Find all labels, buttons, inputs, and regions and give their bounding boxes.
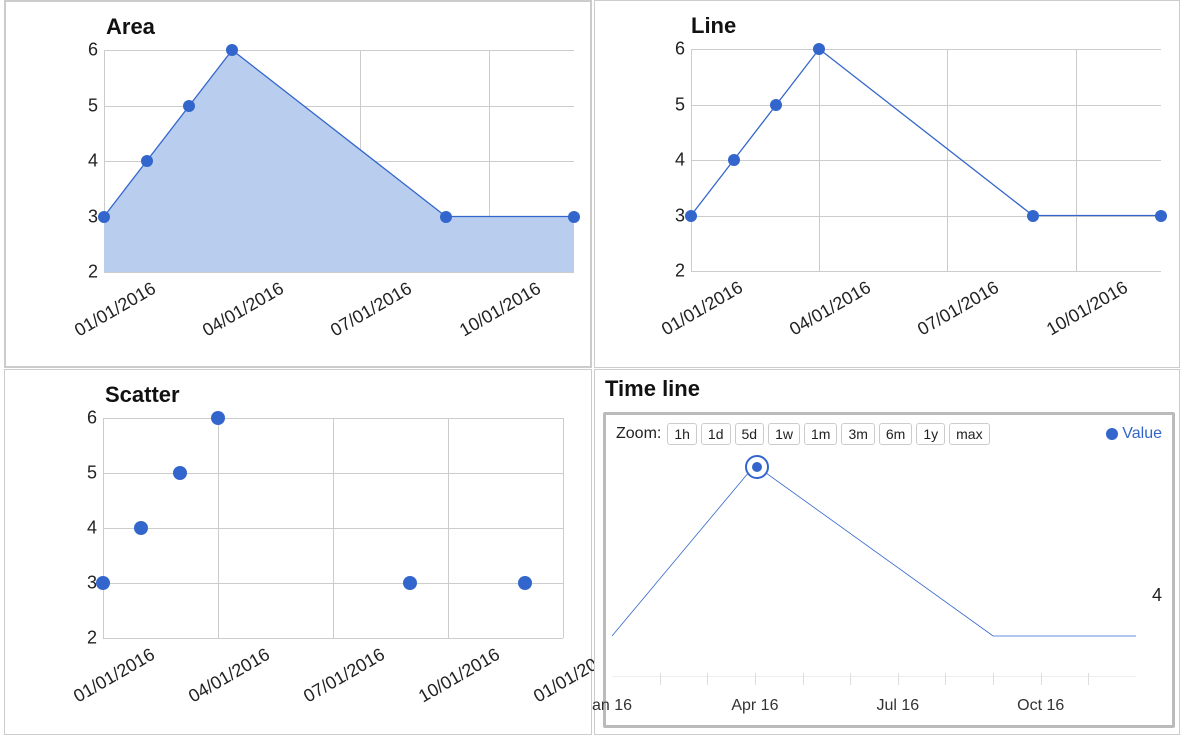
panel-line: Line 6 5 4 3 2 01/01/2016 04/01/2016 07/…: [594, 0, 1180, 368]
timeline-zoom-row: Zoom: 1h 1d 5d 1w 1m 3m 6m 1y max Value: [616, 423, 1162, 445]
minor-tick: [1088, 673, 1089, 685]
data-point: [96, 576, 110, 590]
y-tick: 5: [88, 95, 98, 116]
zoom-button-6m[interactable]: 6m: [879, 423, 912, 445]
data-point: [183, 100, 195, 112]
chart-title-line: Line: [691, 13, 736, 39]
minor-tick: [755, 673, 756, 685]
y-tick: 2: [88, 262, 98, 283]
x-tick: Apr 16: [731, 697, 778, 715]
panel-area: Area 6 5 4 3 2 01/01/2016 04/01/2016 07/…: [4, 0, 592, 368]
timeline-legend: Value: [1106, 425, 1162, 443]
data-point: [728, 154, 740, 166]
minor-tick: [707, 673, 708, 685]
y-tick: 3: [675, 205, 685, 226]
data-point: [1027, 210, 1039, 222]
charts-canvas: Area 6 5 4 3 2 01/01/2016 04/01/2016 07/…: [0, 0, 1182, 736]
data-point: [518, 576, 532, 590]
panel-scatter: Scatter 6 5 4 3 2 01/01/2016 04/01/2016 …: [4, 369, 592, 735]
x-tick: 07/01/2016: [300, 644, 389, 707]
gridline: [333, 418, 334, 638]
zoom-button-max[interactable]: max: [949, 423, 989, 445]
timeline-legend-text: Value: [1122, 425, 1162, 443]
plot-area-area: 6 5 4 3 2 01/01/2016 04/01/2016 07/01/20…: [104, 50, 574, 272]
timeline-plot[interactable]: an 16 Apr 16 Jul 16 Oct 16: [612, 465, 1136, 693]
dot-icon: [752, 462, 762, 472]
panel-timeline: Time line Zoom: 1h 1d 5d 1w 1m 3m 6m 1y …: [594, 369, 1180, 735]
x-tick: 01/01/2016: [658, 277, 747, 340]
minor-tick: [660, 673, 661, 685]
minor-tick: [898, 673, 899, 685]
line-svg: [691, 49, 1161, 271]
minor-tick: [993, 673, 994, 685]
x-tick: 04/01/2016: [786, 277, 875, 340]
y-tick: 6: [87, 408, 97, 429]
y-tick: 2: [675, 261, 685, 282]
gridline: [103, 418, 104, 638]
data-point: [1155, 210, 1167, 222]
zoom-button-3m[interactable]: 3m: [841, 423, 874, 445]
timeline-y-tick: 4: [1152, 585, 1162, 606]
zoom-button-5d[interactable]: 5d: [735, 423, 765, 445]
data-point: [685, 210, 697, 222]
gridline: [103, 638, 563, 639]
x-tick: 10/01/2016: [1043, 277, 1132, 340]
x-tick: 07/01/2016: [327, 278, 416, 341]
data-point: [98, 211, 110, 223]
gridline: [218, 418, 219, 638]
area-svg: [104, 50, 574, 272]
zoom-button-1d[interactable]: 1d: [701, 423, 731, 445]
timeline-svg: [612, 465, 1136, 693]
minor-tick: [803, 673, 804, 685]
y-tick: 4: [88, 151, 98, 172]
data-point: [211, 411, 225, 425]
gridline: [563, 418, 564, 638]
minor-tick: [1041, 673, 1042, 685]
x-tick: 04/01/2016: [199, 278, 288, 341]
chart-title-area: Area: [106, 14, 155, 40]
legend-bullet-icon: [1106, 428, 1118, 440]
y-tick: 3: [88, 206, 98, 227]
timeline-inner: Zoom: 1h 1d 5d 1w 1m 3m 6m 1y max Value: [603, 412, 1175, 728]
x-tick: Jul 16: [876, 697, 919, 715]
data-point: [770, 99, 782, 111]
chart-title-scatter: Scatter: [105, 382, 180, 408]
plot-area-scatter: 6 5 4 3 2 01/01/2016 04/01/2016 07/01/20…: [103, 418, 563, 638]
y-tick: 5: [87, 463, 97, 484]
data-point: [568, 211, 580, 223]
zoom-button-1w[interactable]: 1w: [768, 423, 800, 445]
data-point: [141, 155, 153, 167]
timeline-highlight-point[interactable]: [745, 455, 769, 479]
x-tick: 01/01/2016: [71, 278, 160, 341]
gridline: [691, 271, 1161, 272]
chart-title-timeline: Time line: [605, 376, 700, 402]
minor-tick: [945, 673, 946, 685]
data-point: [173, 466, 187, 480]
zoom-button-1h[interactable]: 1h: [667, 423, 697, 445]
minor-tick: [850, 673, 851, 685]
x-tick: an 16: [592, 697, 632, 715]
y-tick: 5: [675, 94, 685, 115]
x-tick: 04/01/2016: [185, 644, 274, 707]
data-point: [403, 576, 417, 590]
x-tick: 07/01/2016: [914, 277, 1003, 340]
data-point: [440, 211, 452, 223]
gridline: [104, 272, 574, 273]
data-point: [134, 521, 148, 535]
x-tick: 10/01/2016: [456, 278, 545, 341]
y-tick: 6: [675, 39, 685, 60]
zoom-button-1y[interactable]: 1y: [916, 423, 945, 445]
zoom-button-1m[interactable]: 1m: [804, 423, 837, 445]
y-tick: 6: [88, 40, 98, 61]
x-tick: Oct 16: [1017, 697, 1064, 715]
timeline-zoom-label: Zoom:: [616, 425, 661, 443]
y-tick: 2: [87, 628, 97, 649]
plot-area-line: 6 5 4 3 2 01/01/2016 04/01/2016 07/01/20…: [691, 49, 1161, 271]
gridline: [448, 418, 449, 638]
y-tick: 4: [87, 518, 97, 539]
y-tick: 4: [675, 150, 685, 171]
x-tick: 10/01/2016: [415, 644, 504, 707]
x-tick: 01/01/2016: [70, 644, 159, 707]
